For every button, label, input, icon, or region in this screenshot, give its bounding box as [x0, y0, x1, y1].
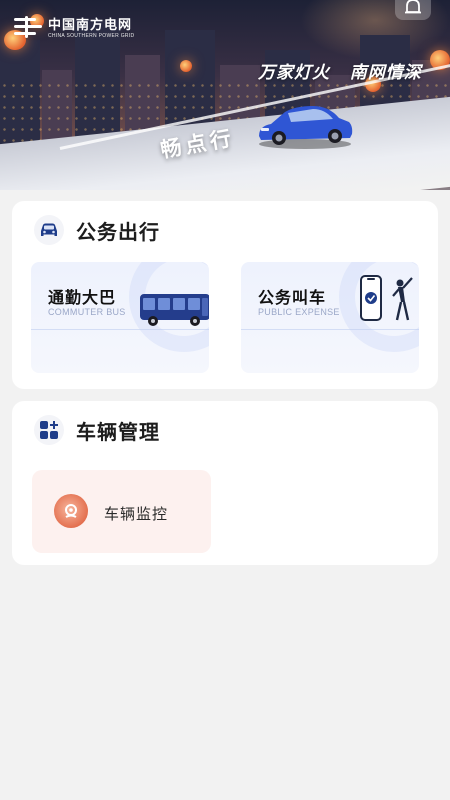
vehicle-management-card: 车辆管理 车辆监控	[12, 401, 438, 565]
tile-label: 车辆监控	[104, 506, 169, 523]
header-banner: 中国南方电网 CHINA SOUTHERN POWER GRID 万家灯火 南网…	[0, 0, 450, 190]
lantern-decoration	[180, 60, 192, 72]
monitor-icon	[54, 494, 88, 528]
divider	[31, 329, 209, 330]
tile-title: 通勤大巴	[48, 290, 117, 307]
slogan-part: 万家灯火	[258, 63, 330, 82]
grid-plus-icon	[34, 415, 64, 445]
vehicle-monitor-tile[interactable]: 车辆监控	[32, 470, 211, 553]
section-title: 公务出行	[76, 221, 160, 244]
bus-icon	[140, 294, 209, 326]
car-illustration	[259, 106, 353, 149]
tile-subtitle: COMMUTER BUS	[48, 307, 126, 317]
notification-button[interactable]	[395, 0, 431, 20]
car-icon	[34, 215, 64, 245]
tile-title: 公务叫车	[258, 290, 327, 307]
csg-logo-icon	[14, 15, 42, 38]
commuter-bus-tile[interactable]: 通勤大巴 COMMUTER BUS	[31, 262, 209, 373]
section-header: 公务出行	[34, 215, 160, 245]
section-header: 车辆管理	[34, 415, 160, 445]
company-logo: 中国南方电网 CHINA SOUTHERN POWER GRID	[14, 14, 134, 39]
phone-hail-icon	[360, 275, 413, 321]
banner-slogan: 万家灯火 南网情深	[258, 58, 436, 83]
official-car-hail-tile[interactable]: 公务叫车 PUBLIC EXPENSE	[241, 262, 419, 373]
official-travel-card: 公务出行 通勤大巴 COMMUTER BUS 公务叫车 PUBLIC EXPEN…	[12, 201, 438, 389]
bell-icon	[405, 0, 421, 14]
logo-name: 中国南方电网	[48, 17, 133, 32]
section-title: 车辆管理	[76, 421, 160, 444]
slogan-part: 南网情深	[349, 63, 422, 82]
logo-name-en: CHINA SOUTHERN POWER GRID	[48, 33, 135, 39]
tile-subtitle: PUBLIC EXPENSE	[258, 307, 340, 317]
